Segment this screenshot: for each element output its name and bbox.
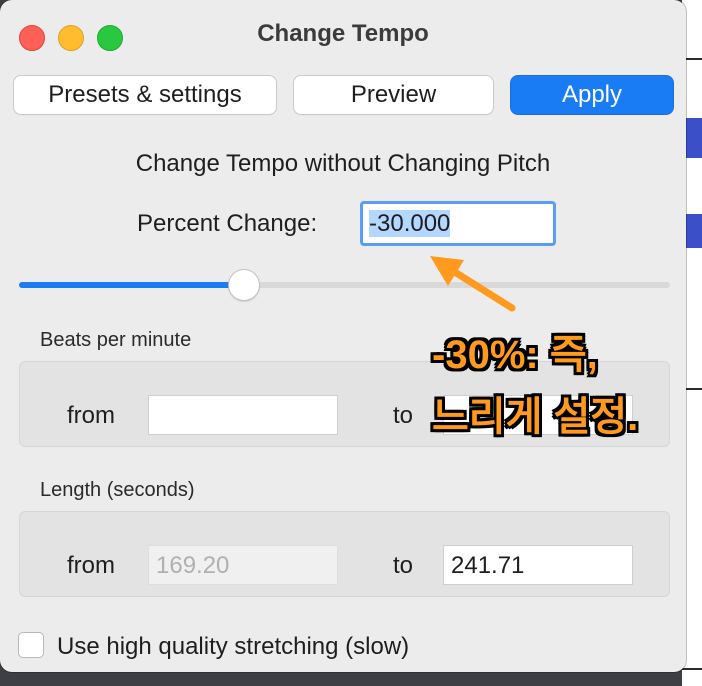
percent-change-slider[interactable] [19, 282, 670, 288]
effect-heading: Change Tempo without Changing Pitch [135, 150, 551, 177]
bpm-to-label: to [393, 402, 414, 429]
percent-change-input[interactable]: -30.000 [360, 201, 556, 246]
track-divider [682, 668, 702, 670]
apply-button[interactable]: Apply [511, 76, 673, 114]
bpm-group-title: Beats per minute [40, 329, 192, 351]
length-group-title: Length (seconds) [40, 479, 195, 501]
window-title: Change Tempo [257, 20, 429, 47]
high-quality-checkbox[interactable] [18, 632, 44, 658]
slider-thumb[interactable] [228, 270, 259, 300]
annotation-arrow-icon [430, 256, 516, 312]
bpm-from-field[interactable] [148, 395, 338, 435]
slider-fill [19, 282, 244, 288]
annotation-text: -30%: 즉, 느리게 설정. [432, 324, 638, 448]
length-from-label: from [67, 552, 115, 579]
percent-change-label: Percent Change: [137, 210, 318, 237]
titlebar: Change Tempo [0, 0, 686, 70]
preview-button[interactable]: Preview [294, 76, 493, 114]
high-quality-label: Use high quality stretching (slow) [57, 633, 410, 660]
presets-settings-button[interactable]: Presets & settings [14, 76, 276, 114]
length-to-field[interactable]: 241.71 [443, 545, 633, 585]
bpm-from-label: from [67, 402, 115, 429]
length-from-field: 169.20 [148, 545, 338, 585]
length-to-label: to [393, 552, 414, 579]
length-group: from 169.20 to 241.71 [19, 511, 670, 597]
percent-change-value: -30.000 [369, 210, 451, 237]
annotation-line-2: 느리게 설정. [432, 395, 639, 439]
annotation-line-1: -30%: 즉, [432, 333, 598, 377]
